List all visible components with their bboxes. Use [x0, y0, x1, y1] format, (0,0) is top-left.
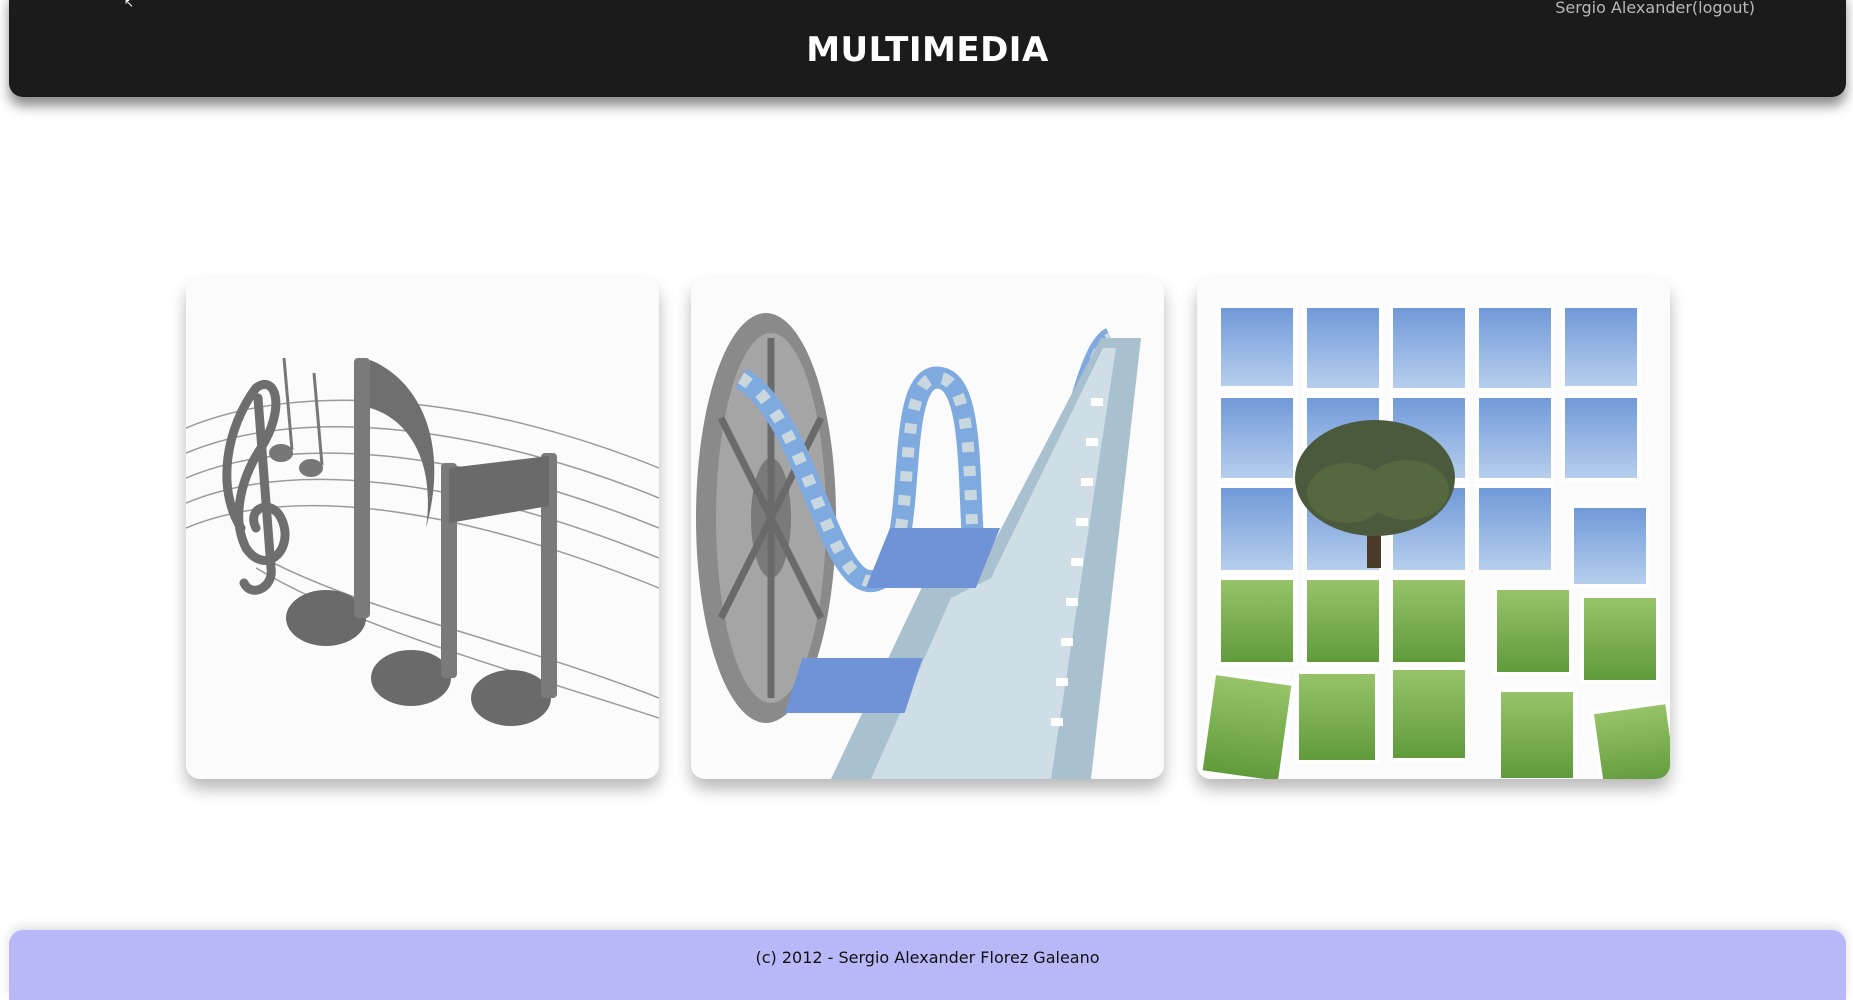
film-reel-icon — [691, 278, 1164, 779]
photo-card[interactable] — [1197, 278, 1670, 779]
photo-mosaic-icon — [1197, 278, 1670, 779]
user-logout-link[interactable]: Sergio Alexander(logout) — [1555, 0, 1755, 17]
music-notes-icon — [186, 278, 659, 779]
media-gallery — [186, 278, 1670, 779]
mouse-cursor-icon: ↖ — [124, 0, 135, 10]
copyright-text: (c) 2012 - Sergio Alexander Florez Galea… — [755, 948, 1100, 967]
footer-bar: (c) 2012 - Sergio Alexander Florez Galea… — [9, 930, 1846, 1000]
video-card[interactable] — [691, 278, 1164, 779]
header-bar: ↖ Sergio Alexander(logout) MULTIMEDIA — [9, 0, 1846, 97]
page-title: MULTIMEDIA — [806, 30, 1049, 70]
music-card[interactable] — [186, 278, 659, 779]
